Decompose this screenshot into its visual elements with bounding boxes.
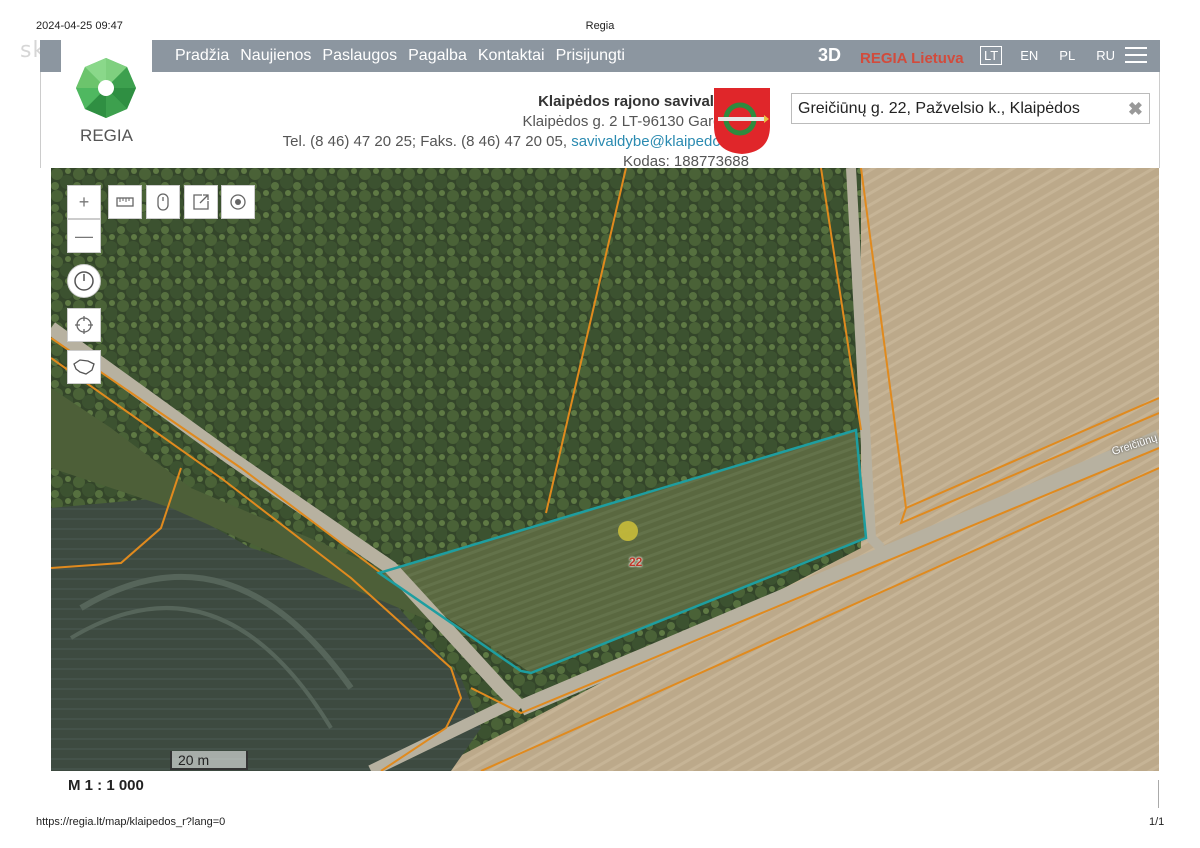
nav-item-paslaugos[interactable]: Paslaugos xyxy=(322,47,397,65)
municipality-phone: Tel. (8 46) 47 20 25; Faks. (8 46) 47 20… xyxy=(282,133,568,150)
main-nav: Pradžia Naujienos Paslaugos Pagalba Kont… xyxy=(175,40,636,72)
map-view[interactable]: 22 Greičiūnų + — 20 m xyxy=(51,168,1159,771)
language-switcher: LT EN PL RU xyxy=(980,46,1133,65)
zoom-out-icon[interactable]: — xyxy=(67,219,101,253)
map-scale-text: M 1 : 1 000 xyxy=(68,777,144,794)
address-search-box: ✖ xyxy=(791,93,1150,124)
locate-icon[interactable] xyxy=(67,308,101,342)
mouse-icon[interactable] xyxy=(146,185,180,219)
print-url: https://regia.lt/map/klaipedos_r?lang=0 xyxy=(36,816,226,828)
municipality-address: Klaipėdos g. 2 LT-96130 Gargždai xyxy=(522,113,749,130)
print-header: 2024-04-25 09:47 Regia xyxy=(0,18,1200,36)
regia-logo[interactable]: REGIA xyxy=(61,40,152,160)
ruler-icon[interactable] xyxy=(108,185,142,219)
print-title: Regia xyxy=(585,20,615,32)
nav-item-kontaktai[interactable]: Kontaktai xyxy=(478,47,545,65)
aerial-imagery xyxy=(51,168,1159,771)
lithuania-map-icon[interactable] xyxy=(67,350,101,384)
logo-label: REGIA xyxy=(80,126,133,145)
address-search-input[interactable] xyxy=(792,94,1112,123)
nav-item-pagalba[interactable]: Pagalba xyxy=(408,47,467,65)
nav-item-pradzia[interactable]: Pradžia xyxy=(175,47,229,65)
zoom-in-icon[interactable]: + xyxy=(67,185,101,219)
parcel-number-label: 22 xyxy=(629,555,643,569)
lang-lt[interactable]: LT xyxy=(980,46,1003,65)
target-icon[interactable] xyxy=(221,185,255,219)
regia-lietuva-link[interactable]: REGIA Lietuva xyxy=(860,50,964,67)
view-3d-button[interactable]: 3D xyxy=(818,45,841,66)
hamburger-icon[interactable] xyxy=(1125,47,1147,65)
municipality-name: Klaipėdos rajono savivaldybė xyxy=(538,93,749,110)
clear-search-icon[interactable]: ✖ xyxy=(1128,99,1143,120)
print-page-number: 1/1 xyxy=(1149,816,1165,828)
clock-icon[interactable] xyxy=(67,264,101,298)
scale-bar: 20 m xyxy=(170,751,248,770)
location-marker[interactable] xyxy=(618,521,638,541)
divider xyxy=(1158,780,1159,808)
regia-logo-icon xyxy=(76,58,136,118)
lang-en[interactable]: EN xyxy=(1017,47,1041,64)
lang-ru[interactable]: RU xyxy=(1093,47,1118,64)
nav-item-naujienos[interactable]: Naujienos xyxy=(240,47,311,65)
lang-pl[interactable]: PL xyxy=(1056,47,1078,64)
coat-of-arms-icon xyxy=(714,88,770,154)
top-navbar: Pradžia Naujienos Paslaugos Pagalba Kont… xyxy=(40,40,1160,72)
nav-item-prisijungti[interactable]: Prisijungti xyxy=(556,47,625,65)
municipality-info: Klaipėdos rajono savivaldybė Klaipėdos g… xyxy=(283,92,749,172)
share-icon[interactable] xyxy=(184,185,218,219)
